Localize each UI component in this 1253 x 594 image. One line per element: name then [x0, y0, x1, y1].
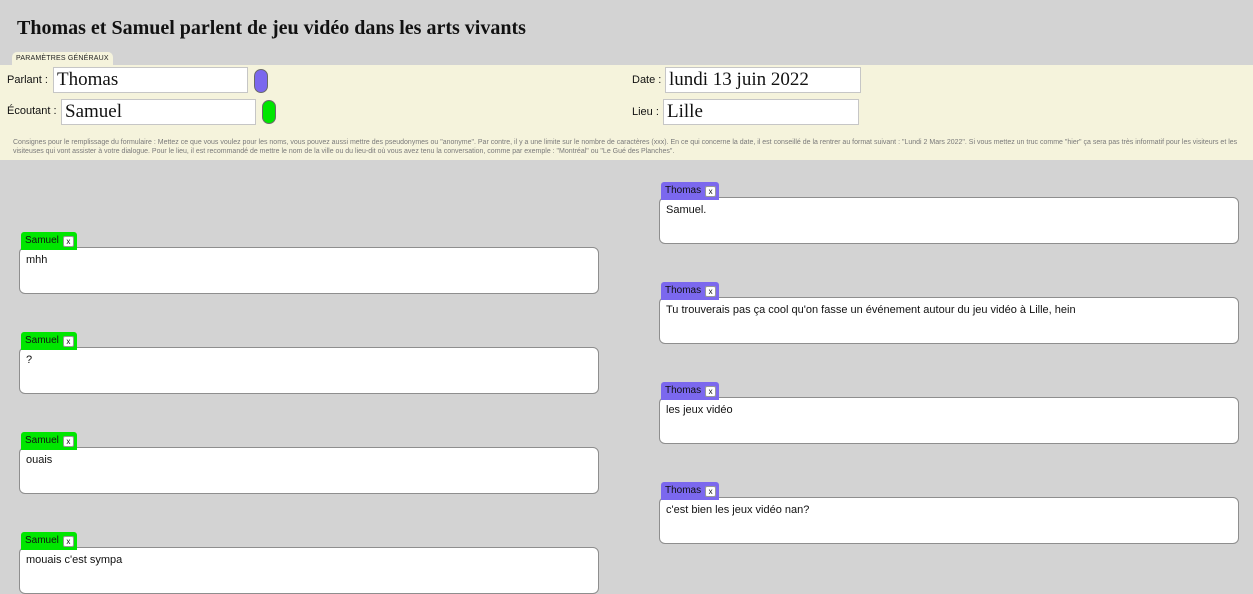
delete-message-button[interactable]: x [62, 535, 74, 547]
parlant-input[interactable]: Thomas [53, 67, 248, 93]
page-title: Thomas et Samuel parlent de jeu vidéo da… [17, 17, 526, 39]
speaker-name: Samuel [25, 435, 59, 446]
message-text-box[interactable]: Samuel. [659, 197, 1239, 244]
ecoutant-input[interactable]: Samuel [61, 99, 256, 125]
parlant-label: Parlant : [7, 74, 48, 86]
message-text-box[interactable]: Tu trouverais pas ça cool qu'on fasse un… [659, 297, 1239, 344]
speaker-tag: Thomas x [661, 282, 720, 300]
message-text-box[interactable]: ouais [19, 447, 599, 494]
speaker-tag: Thomas x [661, 482, 720, 500]
params-panel: Parlant : Thomas Écoutant : Samuel Date … [0, 65, 1253, 160]
form-instructions: Consignes pour le remplissage du formula… [13, 139, 1238, 155]
date-input[interactable]: lundi 13 juin 2022 [665, 67, 861, 93]
speaker-name: Thomas [665, 185, 702, 196]
speaker-tag: Samuel x [21, 232, 77, 250]
message-text-box[interactable]: les jeux vidéo [659, 397, 1239, 444]
lieu-input[interactable]: Lille [663, 99, 859, 125]
message-text-box[interactable]: c'est bien les jeux vidéo nan? [659, 497, 1239, 544]
parlant-color-picker[interactable] [254, 69, 268, 93]
message-text-box[interactable]: mouais c'est sympa [19, 547, 599, 594]
tab-parametres-generaux[interactable]: PARAMÈTRES GÉNÉRAUX [12, 52, 113, 65]
speaker-name: Samuel [25, 335, 59, 346]
speaker-name: Thomas [665, 485, 702, 496]
delete-message-button[interactable]: x [705, 285, 717, 297]
speaker-tag: Samuel x [21, 332, 77, 350]
delete-message-button[interactable]: x [62, 235, 74, 247]
delete-message-button[interactable]: x [705, 185, 717, 197]
speaker-name: Thomas [665, 285, 702, 296]
delete-message-button[interactable]: x [62, 435, 74, 447]
message-text-box[interactable]: mhh [19, 247, 599, 294]
speaker-tag: Thomas x [661, 182, 720, 200]
speaker-name: Samuel [25, 535, 59, 546]
speaker-name: Thomas [665, 385, 702, 396]
speaker-tag: Samuel x [21, 532, 77, 550]
delete-message-button[interactable]: x [705, 485, 717, 497]
ecoutant-label: Écoutant : [7, 105, 57, 117]
speaker-tag: Samuel x [21, 432, 77, 450]
delete-message-button[interactable]: x [62, 335, 74, 347]
delete-message-button[interactable]: x [705, 385, 717, 397]
speaker-tag: Thomas x [661, 382, 720, 400]
message-text-box[interactable]: ? [19, 347, 599, 394]
date-label: Date : [632, 74, 662, 86]
speaker-name: Samuel [25, 235, 59, 246]
lieu-label: Lieu : [632, 106, 659, 118]
ecoutant-color-picker[interactable] [262, 100, 276, 124]
